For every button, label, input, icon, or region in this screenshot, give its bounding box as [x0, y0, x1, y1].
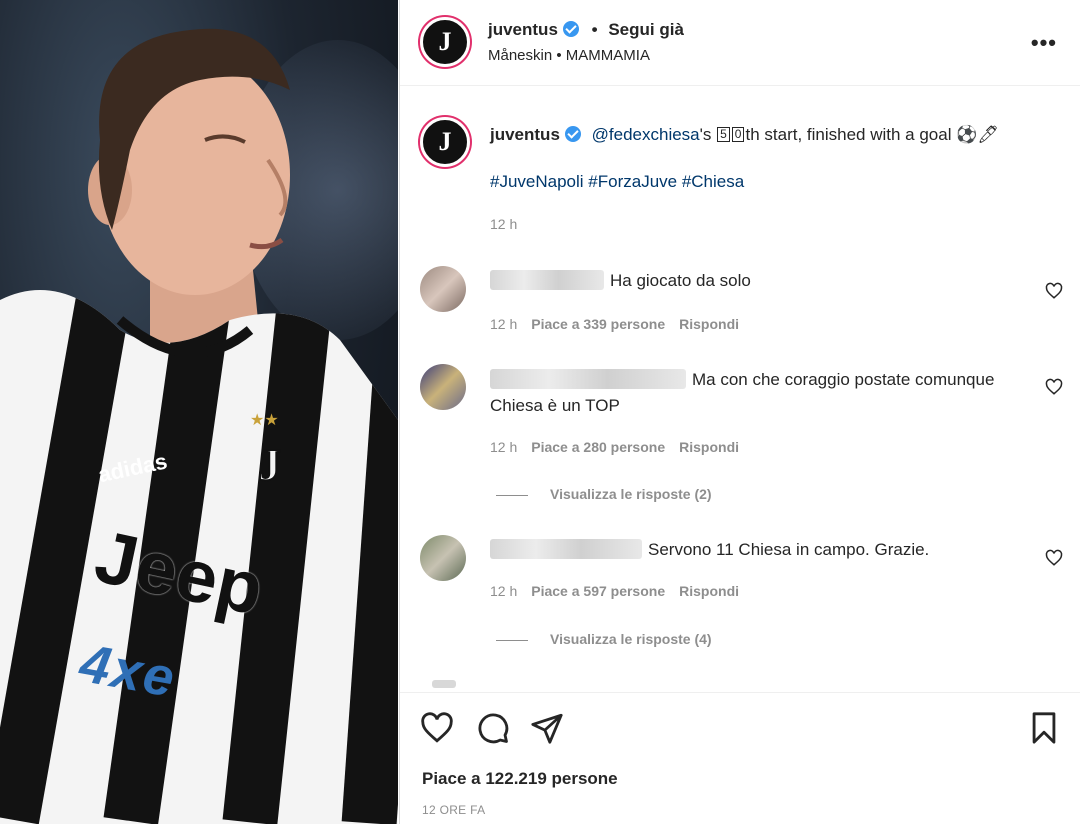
player-illustration: J ★★ adidas [0, 28, 398, 824]
reply-button[interactable]: Rispondi [679, 439, 739, 455]
svg-text:★★: ★★ [250, 410, 279, 429]
like-heart-icon[interactable] [420, 711, 454, 745]
view-replies-label: Visualizza le risposte (2) [550, 486, 712, 502]
save-bookmark-icon[interactable] [1027, 711, 1061, 745]
keycap-5: 5 [717, 127, 730, 142]
caption-hashtags[interactable]: #JuveNapoli #ForzaJuve #Chiesa [490, 172, 744, 192]
comment-likes[interactable]: Piace a 339 persone [531, 316, 665, 332]
comment-time: 12 h [490, 583, 518, 599]
comment-bubble-icon[interactable] [476, 711, 510, 745]
verified-badge-icon [562, 21, 579, 37]
blurred-username[interactable] [490, 270, 604, 290]
keycap-0: 0 [731, 127, 745, 142]
post-image[interactable]: J ★★ adidas Jeep 4xe [0, 0, 398, 824]
view-replies-label: Visualizza le risposte (4) [550, 631, 712, 647]
reply-button[interactable]: Rispondi [679, 583, 739, 599]
comment-likes[interactable]: Piace a 597 persone [531, 583, 665, 599]
comment-meta: 12 h Piace a 280 persone Rispondi [490, 439, 753, 455]
replies-divider [496, 494, 528, 496]
commenter-avatar[interactable] [420, 266, 466, 312]
svg-text:J: J [258, 439, 281, 490]
view-replies-button[interactable]: Visualizza le risposte (2) [496, 486, 712, 502]
caption-text-part2: th start, finished with a goal ⚽🖊 [745, 125, 999, 144]
next-comment-avatar-peek [432, 680, 456, 688]
verified-badge-icon [564, 126, 581, 142]
juventus-logo-icon: J [438, 127, 452, 156]
caption-time: 12 h [490, 216, 518, 232]
view-replies-button[interactable]: Visualizza le risposte (4) [496, 631, 712, 647]
replies-divider [496, 639, 528, 641]
comment-time: 12 h [490, 439, 518, 455]
caption-text-part1: 's [699, 125, 717, 144]
comment-text: Servono 11 Chiesa in campo. Grazie. [648, 540, 930, 559]
post-panel: J juventus • Segui già Måneskin • MAMMAM… [399, 0, 1080, 824]
caption-text: juventus @fedexchiesa's 5 0th start, fini… [490, 123, 1060, 147]
caption-avatar[interactable]: J [420, 117, 470, 167]
post-likes-count[interactable]: Piace a 122.219 persone [422, 769, 618, 789]
blurred-username[interactable] [490, 369, 686, 389]
post-header: J juventus • Segui già Måneskin • MAMMAM… [400, 0, 1080, 86]
header-username[interactable]: juventus [488, 20, 558, 39]
post-timestamp: 12 ORE FA [422, 803, 486, 817]
comment-like-heart-icon[interactable] [1045, 282, 1063, 300]
more-options-icon[interactable]: ••• [1031, 30, 1057, 56]
header-separator: • [591, 20, 598, 39]
header-title-row: juventus • Segui già [488, 20, 684, 40]
reply-button[interactable]: Rispondi [679, 316, 739, 332]
audio-track[interactable]: Måneskin • MAMMAMIA [488, 47, 650, 64]
commenter-avatar[interactable] [420, 535, 466, 581]
comment-text-row: Ma con che coraggio postate comunque Chi… [490, 367, 1010, 419]
commenter-avatar[interactable] [420, 364, 466, 410]
blurred-username[interactable] [490, 539, 642, 559]
mention-link[interactable]: @fedexchiesa [592, 125, 700, 144]
comment-text: Ha giocato da solo [610, 271, 751, 290]
comment-meta: 12 h Piace a 339 persone Rispondi [490, 316, 753, 332]
comment-text-row: Servono 11 Chiesa in campo. Grazie. [490, 537, 1010, 563]
follow-button[interactable]: Segui già [608, 20, 684, 39]
comment-likes[interactable]: Piace a 280 persone [531, 439, 665, 455]
comment-like-heart-icon[interactable] [1045, 378, 1063, 396]
share-send-icon[interactable] [530, 711, 564, 745]
comment-time: 12 h [490, 316, 518, 332]
comment-meta: 12 h Piace a 597 persone Rispondi [490, 583, 753, 599]
caption-username[interactable]: juventus [490, 125, 560, 144]
comment-like-heart-icon[interactable] [1045, 549, 1063, 567]
juventus-avatar[interactable]: J [420, 17, 470, 67]
juventus-logo-icon: J [438, 27, 452, 56]
comment-text-row: Ha giocato da solo [490, 268, 1010, 294]
action-bar: Piace a 122.219 persone 12 ORE FA [400, 692, 1080, 824]
